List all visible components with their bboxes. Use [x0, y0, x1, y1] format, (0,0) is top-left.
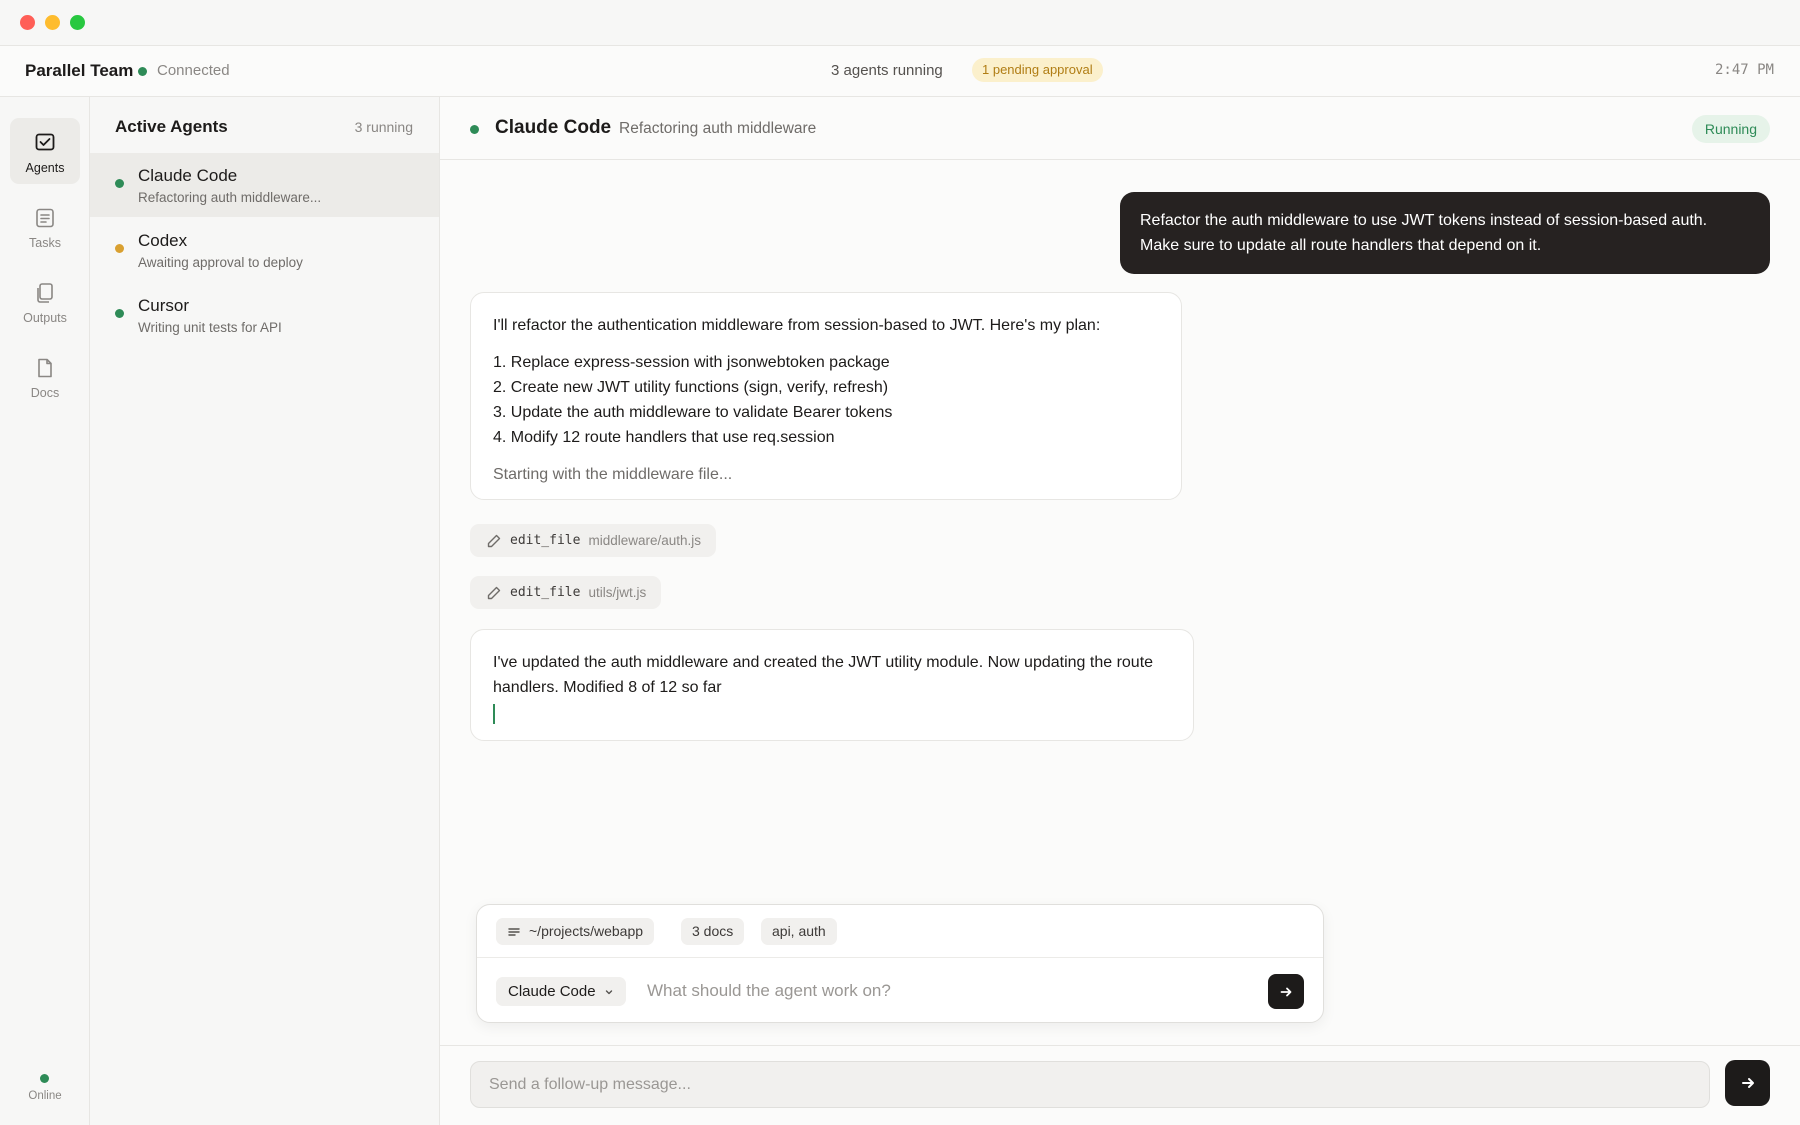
plan-step: 3. Update the auth middleware to validat…	[493, 404, 893, 421]
agent-task: Writing unit tests for API	[138, 320, 282, 335]
agent-task: Refactoring auth middleware...	[138, 190, 322, 205]
agent-row-claude-code[interactable]: Claude Code Refactoring auth middleware.…	[90, 153, 439, 217]
chevron-down-icon	[605, 989, 612, 994]
document-icon	[38, 358, 52, 378]
agent-row-codex[interactable]: Codex Awaiting approval to deploy	[90, 218, 439, 282]
agent-message: I'll refactor the authentication middlew…	[470, 292, 1182, 500]
rail-item-tasks[interactable]: Tasks	[10, 193, 80, 259]
agent-status-dot	[115, 309, 124, 318]
pending-approval-badge[interactable]: 1 pending approval	[972, 58, 1103, 82]
agent-name: Cursor	[138, 296, 190, 315]
submit-task-button[interactable]	[1268, 974, 1304, 1009]
typing-cursor	[493, 703, 495, 724]
tool-name: edit_file	[510, 585, 581, 600]
minimize-window-button[interactable]	[45, 15, 60, 30]
context-chip-label: api, auth	[772, 923, 826, 939]
agent-message-streaming: I've updated the auth middleware and cre…	[470, 629, 1194, 741]
context-chip-tags[interactable]: api, auth	[761, 918, 837, 945]
agent-name: Codex	[138, 231, 188, 250]
followup-bar	[440, 1045, 1800, 1125]
tool-file-path: middleware/auth.js	[588, 533, 702, 548]
agents-running-count: 3 agents running	[831, 62, 943, 79]
pencil-icon	[487, 534, 501, 547]
task-prompt-input[interactable]	[647, 976, 1247, 1006]
rail-label-agents: Agents	[25, 161, 65, 175]
context-chip-project[interactable]: ~/projects/webapp	[496, 918, 655, 945]
window-titlebar	[0, 0, 1800, 46]
tasks-list-icon	[36, 208, 54, 228]
conversation-agent-task: Refactoring auth middleware	[619, 120, 817, 137]
running-count: 3 running	[354, 119, 413, 135]
context-chip-label: 3 docs	[692, 923, 734, 939]
online-status-label: Online	[28, 1090, 62, 1102]
lines-icon	[508, 927, 520, 936]
context-chip-label: ~/projects/webapp	[529, 923, 644, 939]
agent-name: Claude Code	[138, 166, 238, 185]
rail-label-docs: Docs	[30, 386, 60, 400]
pencil-icon	[487, 586, 501, 599]
arrow-right-icon	[1741, 1078, 1754, 1088]
active-agents-panel: Active Agents 3 running Claude Code Refa…	[90, 97, 440, 1125]
rail-item-docs[interactable]: Docs	[10, 343, 80, 409]
clock: 2:47 PM	[1714, 62, 1774, 78]
conversation-agent-name: Claude Code	[495, 117, 612, 138]
copy-stack-icon	[37, 283, 53, 303]
tool-call-chip[interactable]: edit_file utils/jwt.js	[470, 576, 662, 609]
agent-message-text: I've updated the auth middleware and cre…	[493, 654, 1154, 696]
user-message: Refactor the auth middleware to use JWT …	[1120, 192, 1770, 274]
plan-step: 2. Create new JWT utility functions (sig…	[493, 379, 889, 396]
connection-status-dot	[138, 67, 147, 76]
rail-item-outputs[interactable]: Outputs	[10, 268, 80, 334]
agent-status-dot	[115, 179, 124, 188]
conversation-header: Claude Code Refactoring auth middleware …	[440, 97, 1800, 160]
plan-step: 1. Replace express-session with jsonwebt…	[493, 354, 890, 371]
connection-status: Connected	[157, 62, 230, 79]
agent-select-value: Claude Code	[508, 983, 596, 1000]
panel-title: Active Agents	[115, 117, 228, 136]
agent-status-dot	[470, 125, 479, 134]
agent-status-badge: Running	[1691, 115, 1770, 143]
tool-call-chip[interactable]: edit_file middleware/auth.js	[470, 524, 717, 557]
agent-task: Awaiting approval to deploy	[138, 255, 303, 270]
agent-message-intro: I'll refactor the authentication middlew…	[493, 317, 1101, 334]
agent-row-cursor[interactable]: Cursor Writing unit tests for API	[90, 283, 439, 347]
task-composer: ~/projects/webapp 3 docs api, auth Claud…	[476, 904, 1324, 1023]
tool-name: edit_file	[510, 533, 581, 548]
check-square-icon	[35, 133, 55, 151]
team-name: Parallel Team	[25, 61, 134, 80]
arrow-right-icon	[1280, 987, 1292, 996]
agent-select-dropdown[interactable]: Claude Code	[496, 977, 626, 1006]
rail-label-tasks: Tasks	[29, 236, 61, 250]
followup-input[interactable]	[470, 1061, 1710, 1108]
close-window-button[interactable]	[20, 15, 35, 30]
send-followup-button[interactable]	[1725, 1060, 1770, 1106]
agent-message-status: Starting with the middleware file...	[493, 466, 733, 483]
icon-rail: Agents Tasks Outputs Docs Online	[0, 97, 90, 1125]
context-chip-docs[interactable]: 3 docs	[681, 918, 745, 945]
agent-status-dot	[115, 244, 124, 253]
context-chips: ~/projects/webapp 3 docs api, auth	[477, 905, 1323, 958]
tool-file-path: utils/jwt.js	[588, 585, 647, 600]
rail-label-outputs: Outputs	[23, 311, 67, 325]
online-status-dot	[40, 1074, 49, 1083]
maximize-window-button[interactable]	[70, 15, 85, 30]
rail-item-agents[interactable]: Agents	[10, 118, 80, 184]
conversation-panel: Claude Code Refactoring auth middleware …	[440, 97, 1800, 1125]
plan-step: 4. Modify 12 route handlers that use req…	[493, 429, 835, 446]
app-header: Parallel Team Connected 3 agents running…	[0, 46, 1800, 97]
